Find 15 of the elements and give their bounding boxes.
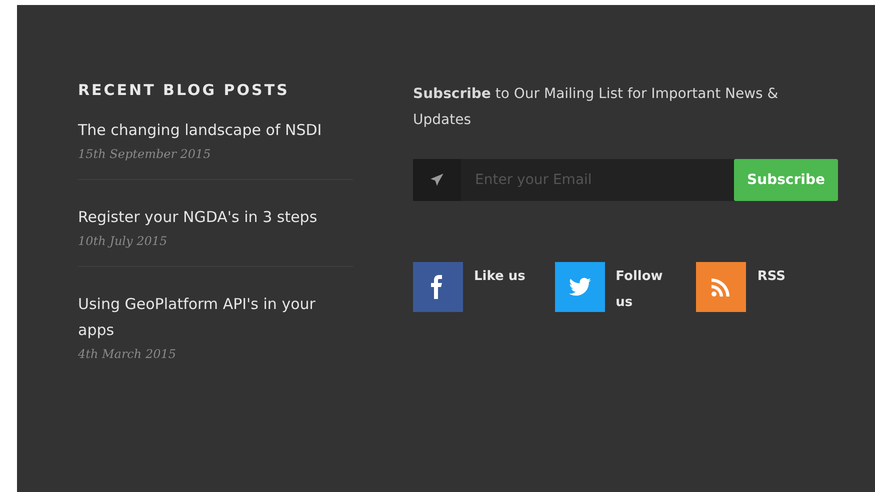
social-link[interactable]: Like us <box>474 264 530 290</box>
post-date: 10th July 2015 <box>78 234 168 248</box>
paper-plane-icon <box>430 173 444 187</box>
post-date: 15th September 2015 <box>78 147 212 161</box>
facebook-tile[interactable] <box>413 262 463 312</box>
post-date: 4th March 2015 <box>78 347 177 361</box>
social-link[interactable]: Follow us <box>616 264 672 316</box>
social-link[interactable]: RSS <box>757 264 814 290</box>
post-title-link[interactable]: Register your NGDA's in 3 steps <box>78 204 353 230</box>
section-heading: RECENT BLOG POSTS <box>78 81 290 99</box>
newsletter-text: Subscribe to Our Mailing List for Important News & Updates <box>413 85 780 130</box>
rss-tile[interactable] <box>696 262 746 312</box>
post-title-link[interactable]: The changing landscape of NSDI <box>78 117 353 143</box>
bird-tile[interactable] <box>554 262 605 312</box>
post-title-link[interactable]: Using GeoPlatform API's in your apps <box>78 291 353 343</box>
